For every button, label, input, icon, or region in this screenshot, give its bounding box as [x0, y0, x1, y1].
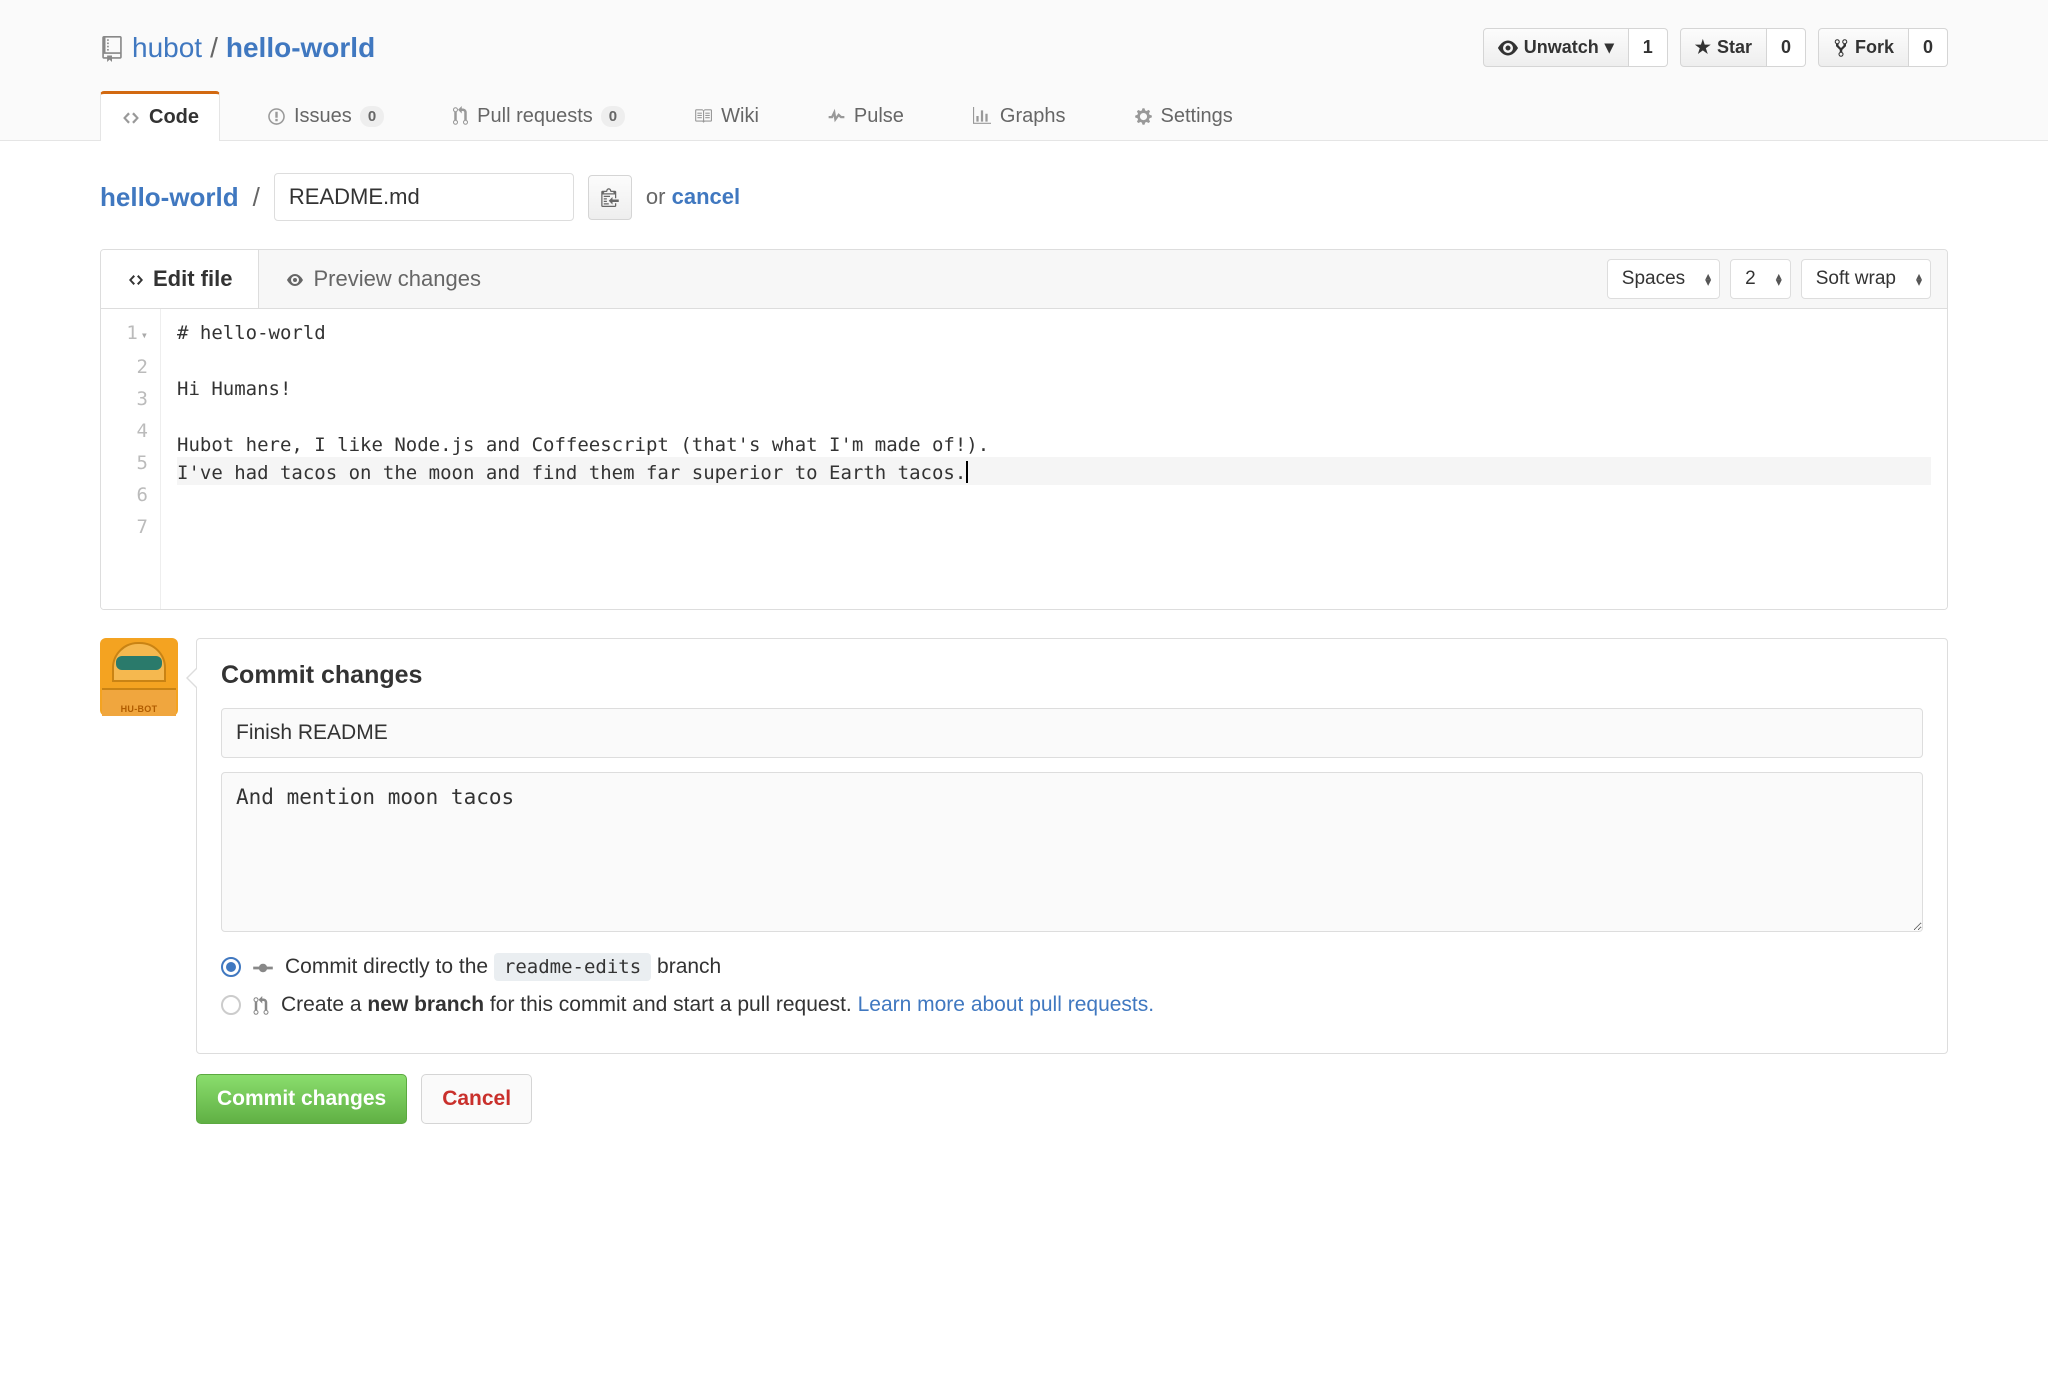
tab-settings[interactable]: Settings	[1113, 91, 1254, 140]
repo-name-link[interactable]: hello-world	[226, 32, 375, 64]
breadcrumb-root[interactable]: hello-world	[100, 182, 239, 213]
code-lines[interactable]: # hello-worldHi Humans!Hubot here, I lik…	[161, 309, 1947, 609]
tab-wiki[interactable]: Wiki	[672, 91, 780, 140]
main-content: hello-world / or cancel Edit file	[0, 141, 2048, 1156]
tab-pulls[interactable]: Pull requests 0	[431, 91, 646, 140]
caret-down-icon: ▾	[1605, 37, 1614, 58]
tab-edit-file[interactable]: Edit file	[101, 249, 259, 308]
learn-more-link[interactable]: Learn more about pull requests.	[858, 993, 1155, 1016]
eye-icon	[1498, 37, 1518, 58]
code-icon	[127, 266, 145, 292]
repo-tabs: Code Issues 0 Pull requests 0 Wiki Pulse	[100, 91, 1948, 140]
breadcrumb-separator: /	[253, 182, 260, 213]
commit-summary-input[interactable]	[221, 708, 1923, 758]
tab-code[interactable]: Code	[100, 91, 220, 141]
cancel-link[interactable]: cancel	[672, 184, 741, 209]
or-cancel: or cancel	[646, 184, 740, 210]
graph-icon	[972, 105, 992, 128]
edit-tab-label: Edit file	[153, 266, 232, 292]
watch-count[interactable]: 1	[1629, 28, 1668, 67]
tab-wiki-label: Wiki	[721, 105, 759, 128]
fork-button[interactable]: Fork	[1818, 28, 1909, 67]
commit-icon	[253, 957, 273, 978]
clipboard-icon	[601, 186, 619, 208]
issues-count: 0	[360, 106, 384, 127]
opt-direct-text: Commit directly to the readme-edits bran…	[285, 955, 721, 979]
star-group: ★ Star 0	[1680, 28, 1806, 67]
book-icon	[693, 105, 713, 128]
clipboard-button[interactable]	[588, 175, 632, 220]
eye-icon	[285, 266, 305, 292]
unwatch-label: Unwatch	[1524, 37, 1599, 58]
commit-option-newbranch[interactable]: Create a new branch for this commit and …	[221, 993, 1923, 1017]
pulse-icon	[827, 105, 846, 128]
star-count[interactable]: 0	[1767, 28, 1806, 67]
tab-settings-label: Settings	[1161, 105, 1233, 128]
commit-option-direct[interactable]: Commit directly to the readme-edits bran…	[221, 955, 1923, 979]
tab-preview-changes[interactable]: Preview changes	[259, 250, 507, 308]
tab-pulls-label: Pull requests	[477, 105, 593, 128]
fork-group: Fork 0	[1818, 28, 1948, 67]
indent-mode-select[interactable]: Spaces ▴▾	[1607, 259, 1720, 299]
radio-newbranch[interactable]	[221, 995, 241, 1015]
code-editor[interactable]: 1▾234567 # hello-worldHi Humans!Hubot he…	[101, 309, 1947, 609]
avatar: HU-BOT	[100, 638, 178, 716]
code-icon	[121, 106, 141, 129]
issue-icon	[267, 105, 286, 128]
branch-chip: readme-edits	[494, 953, 651, 981]
tab-graphs-label: Graphs	[1000, 105, 1066, 128]
repo-icon	[100, 32, 124, 64]
fork-count[interactable]: 0	[1909, 28, 1948, 67]
repo-title: hubot / hello-world	[100, 32, 375, 64]
tab-issues-label: Issues	[294, 105, 352, 128]
tab-code-label: Code	[149, 106, 199, 129]
commit-changes-button[interactable]: Commit changes	[196, 1074, 407, 1124]
pr-icon	[253, 995, 269, 1016]
pulls-count: 0	[601, 106, 625, 127]
cancel-button[interactable]: Cancel	[421, 1074, 532, 1124]
caret-sort-icon: ▴▾	[1705, 273, 1711, 285]
repo-header: hubot / hello-world Unwatch ▾ 1 ★ Star	[0, 0, 2048, 141]
caret-sort-icon: ▴▾	[1916, 273, 1922, 285]
star-button[interactable]: ★ Star	[1680, 28, 1767, 67]
line-gutter: 1▾234567	[101, 309, 161, 609]
preview-tab-label: Preview changes	[313, 266, 481, 292]
commit-heading: Commit changes	[221, 661, 1923, 690]
editor-box: Edit file Preview changes Spaces ▴▾ 2 ▴▾	[100, 249, 1948, 610]
avatar-label: HU-BOT	[100, 704, 178, 714]
gear-icon	[1134, 105, 1153, 128]
opt-new-text: Create a new branch for this commit and …	[281, 993, 1154, 1017]
unwatch-group: Unwatch ▾ 1	[1483, 28, 1668, 67]
tab-graphs[interactable]: Graphs	[951, 91, 1087, 140]
tab-issues[interactable]: Issues 0	[246, 91, 405, 140]
commit-box: Commit changes Commit directly to the re…	[196, 638, 1948, 1054]
caret-sort-icon: ▴▾	[1776, 273, 1782, 285]
fork-icon	[1833, 37, 1849, 58]
indent-size-select[interactable]: 2 ▴▾	[1730, 259, 1791, 299]
fork-label: Fork	[1855, 37, 1894, 58]
pr-icon	[452, 105, 469, 128]
wrap-mode-select[interactable]: Soft wrap ▴▾	[1801, 259, 1931, 299]
filename-input[interactable]	[274, 173, 574, 221]
breadcrumb: hello-world / or cancel	[100, 173, 1948, 221]
repo-owner-link[interactable]: hubot	[132, 32, 202, 64]
commit-description-textarea[interactable]	[221, 772, 1923, 932]
radio-direct[interactable]	[221, 957, 241, 977]
tab-pulse[interactable]: Pulse	[806, 91, 925, 140]
unwatch-button[interactable]: Unwatch ▾	[1483, 28, 1629, 67]
star-label: Star	[1717, 37, 1752, 58]
star-icon: ★	[1695, 37, 1711, 58]
tab-pulse-label: Pulse	[854, 105, 904, 128]
